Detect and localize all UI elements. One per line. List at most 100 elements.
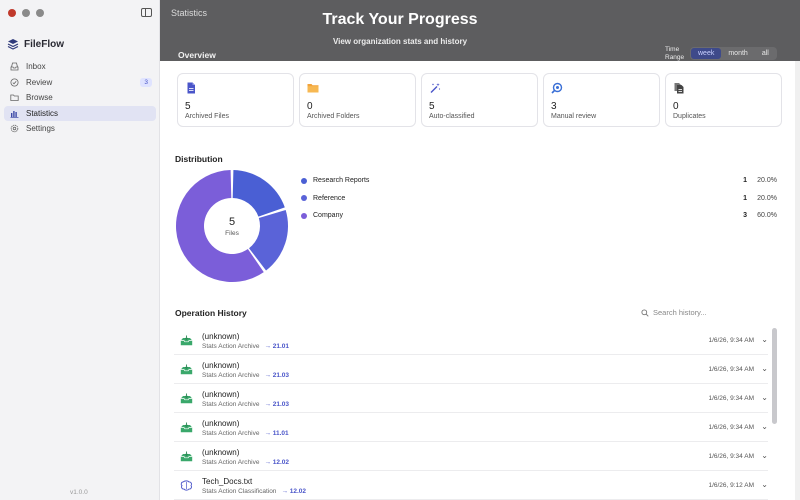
stat-value: 5 <box>429 101 435 112</box>
legend-swatch <box>301 195 307 202</box>
time-range-selector: week month all <box>690 47 777 60</box>
chevron-down-icon[interactable]: ⌄ <box>761 422 768 431</box>
sidebar-toggle-icon[interactable] <box>141 8 152 17</box>
stat-card-archived-files: 5 Archived Files <box>177 73 294 127</box>
destination-label: → 12.02 <box>281 488 307 495</box>
history-scrollbar[interactable] <box>772 328 777 424</box>
duplicate-icon <box>674 83 684 94</box>
action-label: Stats Action Archive <box>202 459 260 466</box>
legend-count: 1 <box>743 177 747 185</box>
sidebar-item-review[interactable]: Review 3 <box>4 75 156 91</box>
history-item-name: Tech_Docs.txt <box>202 477 253 486</box>
brand: FileFlow <box>7 38 64 50</box>
range-option-all[interactable]: all <box>755 48 776 59</box>
stat-value: 5 <box>185 101 191 112</box>
history-item-name: (unknown) <box>202 448 240 457</box>
stat-card-auto-classified: 5 Auto-classified <box>421 73 538 127</box>
window-controls <box>8 9 44 17</box>
range-option-week[interactable]: week <box>691 48 722 59</box>
close-window-button[interactable] <box>8 9 16 17</box>
app-version: v1.0.0 <box>70 489 88 496</box>
action-label: Stats Action Archive <box>202 430 260 437</box>
donut-center-label: Files <box>225 230 239 237</box>
chevron-down-icon[interactable]: ⌄ <box>761 451 768 460</box>
history-item-name: (unknown) <box>202 419 240 428</box>
legend-swatch <box>301 177 307 184</box>
brain-icon <box>180 480 192 491</box>
bar-chart-icon <box>10 109 19 118</box>
legend-count: 3 <box>743 212 747 220</box>
legend-percent: 20.0% <box>757 177 777 185</box>
legend-item: Reference 1 20.0% <box>301 190 779 208</box>
sidebar: FileFlow Inbox Review 3 Browse Statistic… <box>0 0 160 500</box>
legend-item: Company 3 60.0% <box>301 207 779 225</box>
inbox-icon <box>10 62 19 71</box>
sidebar-item-label: Inbox <box>26 62 46 72</box>
stat-card-duplicates: 0 Duplicates <box>665 73 782 127</box>
action-label: Stats Action Archive <box>202 401 260 408</box>
stat-value: 0 <box>307 101 313 112</box>
history-item-name: (unknown) <box>202 361 240 370</box>
folder-icon <box>307 84 319 93</box>
history-search[interactable]: Search history... <box>641 308 707 317</box>
history-row[interactable]: (unknown) Stats Action Archive → 11.01 1/6/… <box>174 413 768 442</box>
archive-tray-icon <box>180 393 193 404</box>
search-icon <box>641 308 649 317</box>
minimize-window-button[interactable] <box>22 9 30 17</box>
distribution-title: Distribution <box>175 154 223 164</box>
history-title: Operation History <box>175 308 247 318</box>
overview-section-title: Overview <box>178 50 216 60</box>
history-row[interactable]: (unknown) Stats Action Archive → 12.02 1/6/… <box>174 442 768 471</box>
donut-center-value: 5 <box>228 216 236 228</box>
archive-tray-icon <box>180 364 193 375</box>
history-item-action: Stats Action Classification → 12.02 <box>202 488 306 495</box>
chevron-down-icon[interactable]: ⌄ <box>761 335 768 344</box>
archive-tray-icon <box>180 335 193 346</box>
archive-tray-icon <box>180 422 193 433</box>
file-icon <box>187 82 195 94</box>
chevron-down-icon[interactable]: ⌄ <box>761 364 768 373</box>
legend-item: Research Reports 1 20.0% <box>301 172 779 190</box>
sidebar-item-label: Settings <box>26 124 55 134</box>
sidebar-item-settings[interactable]: Settings <box>4 121 156 137</box>
history-list: (unknown) Stats Action Archive → 21.01 1/6/… <box>174 326 768 500</box>
range-option-month[interactable]: month <box>721 48 754 59</box>
sidebar-item-statistics[interactable]: Statistics <box>4 105 156 121</box>
stat-label: Archived Folders <box>307 113 360 120</box>
eye-search-icon <box>551 82 563 94</box>
history-row[interactable]: (unknown) Stats Action Archive → 21.03 1/6/… <box>174 384 768 413</box>
page-subtitle: View organization stats and history <box>332 37 468 46</box>
scrollbar-track[interactable] <box>795 61 800 500</box>
stat-card-manual-review: 3 Manual review <box>543 73 660 127</box>
sidebar-item-inbox[interactable]: Inbox <box>4 59 156 75</box>
sidebar-item-label: Browse <box>26 93 53 103</box>
history-row[interactable]: (unknown) Stats Action Archive → 21.01 1/6/… <box>174 326 768 355</box>
chevron-down-icon[interactable]: ⌄ <box>761 393 768 402</box>
sidebar-nav: Inbox Review 3 Browse Statistics Setting… <box>4 59 156 137</box>
zoom-window-button[interactable] <box>36 9 44 17</box>
history-item-time: 1/6/26, 9:34 AM <box>708 453 754 460</box>
layers-logo-icon <box>7 39 19 50</box>
main-content: 5 Archived Files 0 Archived Folders 5 Au… <box>160 61 800 500</box>
legend-count: 1 <box>743 194 747 202</box>
page-title: Track Your Progress <box>322 11 478 28</box>
sidebar-item-browse[interactable]: Browse <box>4 90 156 106</box>
review-count-badge: 3 <box>140 77 152 87</box>
stat-value: 0 <box>673 101 679 112</box>
history-row[interactable]: Tech_Docs.txt Stats Action Classification… <box>174 471 768 500</box>
legend-percent: 60.0% <box>757 212 777 220</box>
legend-percent: 20.0% <box>757 194 777 202</box>
destination-label: → 11.01 <box>264 430 289 437</box>
stat-label: Manual review <box>551 113 597 120</box>
chevron-down-icon[interactable]: ⌄ <box>761 480 768 489</box>
app-name: FileFlow <box>24 38 64 50</box>
history-item-time: 1/6/26, 9:12 AM <box>708 482 754 489</box>
action-label: Stats Action Classification <box>202 488 277 495</box>
header-overlay: Statistics Track Your Progress View orga… <box>160 0 800 61</box>
history-item-time: 1/6/26, 9:34 AM <box>708 337 754 344</box>
stat-card-archived-folders: 0 Archived Folders <box>299 73 416 127</box>
search-input[interactable]: Search history... <box>653 308 707 317</box>
donut-slice-research-reports <box>232 170 285 217</box>
history-row[interactable]: (unknown) Stats Action Archive → 21.03 1/6/… <box>174 355 768 384</box>
legend-label: Reference <box>313 194 346 202</box>
